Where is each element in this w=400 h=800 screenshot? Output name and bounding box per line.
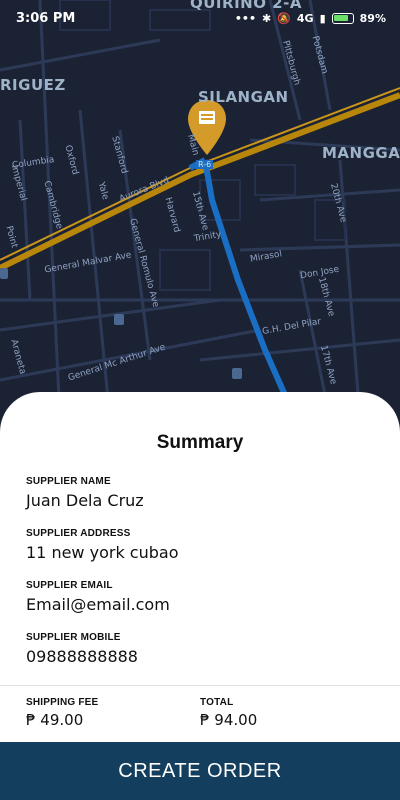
supplier-mobile-field: SUPPLIER MOBILE 09888888888: [26, 632, 138, 666]
status-bar: 3:06 PM ••• ✱ 🔕 4G ▮ 89%: [0, 0, 400, 36]
create-order-button[interactable]: CREATE ORDER: [0, 742, 400, 800]
signal-icon: ▮: [319, 11, 326, 25]
shipping-fee-label: SHIPPING FEE: [26, 697, 99, 708]
total-label: TOTAL: [200, 697, 234, 708]
total-value: ₱ 94.00: [200, 711, 258, 729]
supplier-email-value: Email@email.com: [26, 595, 170, 614]
supplier-name-label: SUPPLIER NAME: [26, 476, 111, 487]
summary-title: Summary: [156, 432, 244, 453]
supplier-address-field: SUPPLIER ADDRESS 11 new york cubao: [26, 528, 178, 562]
bluetooth-icon: ✱: [261, 11, 272, 25]
bus-stop-icon: [114, 314, 124, 325]
status-icons: ••• ✱ 🔕 4G ▮ 89%: [235, 12, 386, 25]
route-shield: R-6: [196, 160, 214, 169]
divider: [0, 685, 400, 686]
status-time: 3:06 PM: [16, 10, 76, 26]
bus-stop-icon: [0, 268, 8, 279]
notification-dots-icon: •••: [234, 11, 256, 25]
battery-icon: [331, 12, 354, 24]
mute-icon: 🔕: [277, 11, 291, 25]
map-view[interactable]: QUIRINO 2-A RIGUEZ SILANGAN MANGGA Colum…: [0, 0, 400, 430]
supplier-name-value: Juan Dela Cruz: [26, 491, 144, 510]
map-area-label: MANGGA: [322, 144, 400, 162]
map-area-label: RIGUEZ: [0, 76, 66, 94]
supplier-email-label: SUPPLIER EMAIL: [26, 580, 113, 591]
summary-sheet: Summary SUPPLIER NAME Juan Dela Cruz SUP…: [0, 392, 400, 742]
supplier-mobile-label: SUPPLIER MOBILE: [26, 632, 121, 643]
total-field: TOTAL ₱ 94.00: [200, 697, 257, 729]
bus-stop-icon: [232, 368, 242, 379]
shipping-fee-value: ₱ 49.00: [26, 711, 84, 729]
shipping-fee-field: SHIPPING FEE ₱ 49.00: [26, 697, 98, 729]
supplier-mobile-value: 09888888888: [26, 647, 138, 666]
supplier-address-value: 11 new york cubao: [26, 543, 179, 562]
map-area-label: SILANGAN: [198, 88, 289, 106]
supplier-name-field: SUPPLIER NAME Juan Dela Cruz: [26, 476, 144, 510]
battery-level: 89%: [359, 11, 386, 25]
supplier-address-label: SUPPLIER ADDRESS: [26, 528, 131, 539]
network-type: 4G: [296, 11, 314, 25]
supplier-email-field: SUPPLIER EMAIL Email@email.com: [26, 580, 170, 614]
